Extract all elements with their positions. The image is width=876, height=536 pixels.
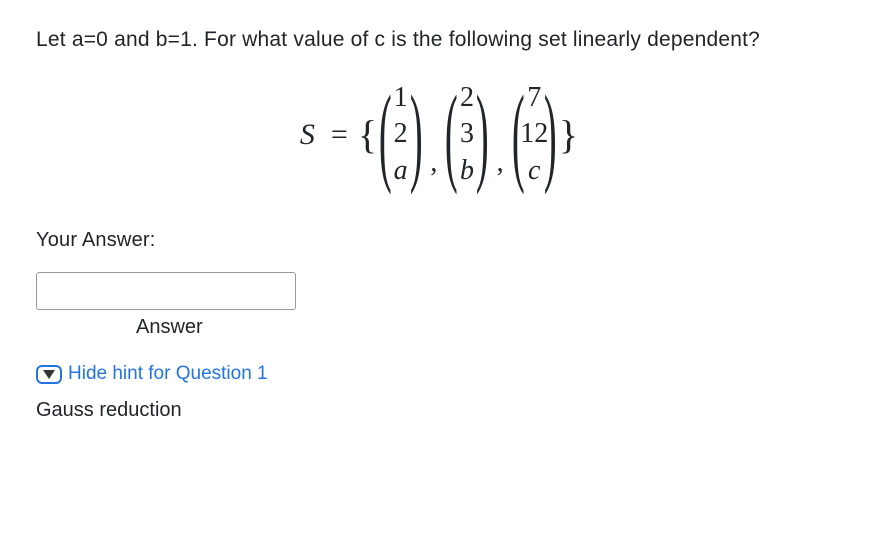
v1-r3: a	[394, 153, 408, 189]
v1-r2: 2	[394, 116, 408, 152]
v3-r3: c	[528, 153, 540, 189]
v2-r2: 3	[460, 116, 474, 152]
answer-caption: Answer	[136, 316, 840, 339]
comma-1: ,	[426, 147, 441, 179]
comma-2: ,	[493, 147, 508, 179]
hint-content: Gauss reduction	[36, 399, 840, 422]
equals-sign: =	[331, 118, 348, 152]
v1-r1: 1	[394, 80, 408, 116]
question-prompt: Let a=0 and b=1. For what value of c is …	[36, 28, 840, 52]
close-brace: }	[559, 115, 578, 155]
v2-r1: 2	[460, 80, 474, 116]
answer-input[interactable]	[36, 272, 296, 310]
vector-3: ( 7 12 c )	[516, 80, 553, 189]
vector-1: ( 1 2 a )	[383, 80, 418, 189]
hint-toggle[interactable]: Hide hint for Question 1	[36, 363, 840, 385]
chevron-down-icon	[43, 370, 55, 379]
your-answer-label: Your Answer:	[36, 229, 840, 252]
hint-toggle-label: Hide hint for Question 1	[68, 363, 268, 385]
open-brace: {	[358, 115, 377, 155]
set-name: S	[300, 118, 315, 152]
equation-block: S = { ( 1 2 a ) , ( 2 3 b ) , ( 7	[36, 80, 840, 189]
vector-2: ( 2 3 b )	[449, 80, 484, 189]
v2-r3: b	[460, 153, 474, 189]
v3-r1: 7	[527, 80, 541, 116]
